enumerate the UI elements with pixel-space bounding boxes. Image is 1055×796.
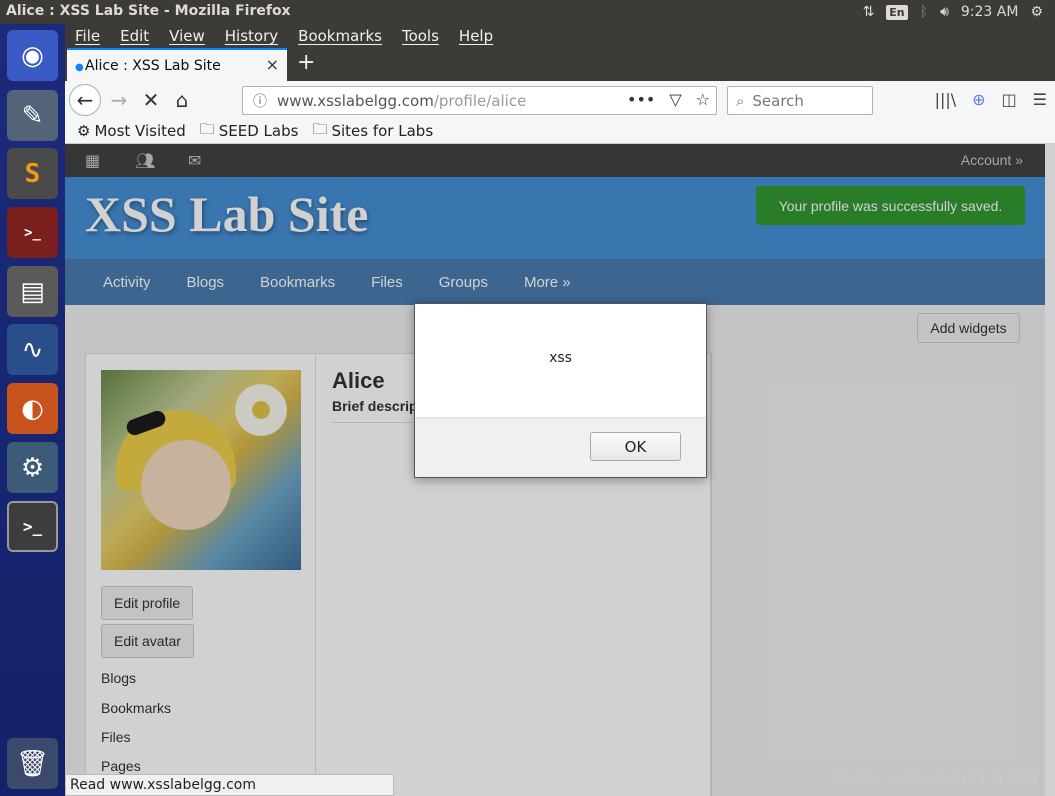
page-actions-icon[interactable]: ••• xyxy=(627,90,655,109)
search-placeholder: Search xyxy=(752,91,804,110)
alert-dialog: xss OK xyxy=(414,303,707,478)
volume-icon[interactable]: 🔊︎ xyxy=(940,4,949,20)
network-icon[interactable]: ⇅ xyxy=(863,4,875,20)
menu-edit[interactable]: Edit xyxy=(110,24,159,48)
stop-button[interactable]: ✕ xyxy=(135,85,167,115)
pocket-icon[interactable]: ▽ xyxy=(669,90,681,109)
url-bar[interactable]: ⓘ www.xsslabelgg.com/profile/alice ••• ▽… xyxy=(242,86,717,115)
menu-file[interactable]: File xyxy=(65,24,110,48)
folder-icon: 🗀 xyxy=(199,119,215,138)
trash-icon[interactable]: 🗑︎ xyxy=(7,738,58,789)
alert-footer: OK xyxy=(415,417,706,477)
info-icon[interactable]: ⓘ xyxy=(253,91,267,111)
status-bar: Read www.xsslabelgg.com xyxy=(65,774,394,796)
bookmark-sites-for-labs[interactable]: 🗀 Sites for Labs xyxy=(312,119,433,144)
terminal-icon[interactable]: >_ xyxy=(7,501,58,552)
bluetooth-icon[interactable]: ᛒ xyxy=(920,4,928,20)
firefox-icon[interactable]: ◐ xyxy=(7,383,58,434)
url-host: www.xsslabelgg.com xyxy=(277,91,434,110)
system-top-panel: Alice : XSS Lab Site - Mozilla Firefox ⇅… xyxy=(0,0,1055,24)
settings-icon[interactable]: ⚙ xyxy=(7,442,58,493)
tab-alice[interactable]: ● Alice : XSS Lab Site × xyxy=(67,48,287,81)
menu-bookmarks[interactable]: Bookmarks xyxy=(288,24,392,48)
ok-button[interactable]: OK xyxy=(590,432,681,461)
close-tab-icon[interactable]: × xyxy=(266,55,279,74)
search-icon: ⌕ xyxy=(736,91,745,110)
tab-label: Alice : XSS Lab Site xyxy=(85,57,221,74)
nav-toolbar: ← → ✕ ⌂ ⓘ www.xsslabelgg.com/profile/ali… xyxy=(65,81,1055,119)
watermark: CSDN @20232831袁思承 xyxy=(830,769,1039,789)
bookmarks-toolbar: ⚙ Most Visited 🗀 SEED Labs 🗀 Sites for Labs xyxy=(65,119,1055,144)
alert-message: xss xyxy=(549,350,572,366)
gear-icon: ⚙ xyxy=(77,122,91,140)
loading-dot-icon: ● xyxy=(75,62,84,73)
url-path: /profile/alice xyxy=(433,91,527,110)
text-editor-icon[interactable]: ✎ xyxy=(7,90,58,141)
hamburger-menu-icon[interactable]: ☰ xyxy=(1033,90,1047,109)
bookmark-star-icon[interactable]: ☆ xyxy=(696,90,710,109)
library-icon[interactable]: |||\ xyxy=(935,90,957,109)
folder-icon: 🗀 xyxy=(312,119,328,138)
menu-tools[interactable]: Tools xyxy=(392,24,449,48)
bookmark-most-visited[interactable]: ⚙ Most Visited xyxy=(77,122,186,140)
keyboard-indicator[interactable]: En xyxy=(886,4,908,20)
menu-view[interactable]: View xyxy=(159,24,215,48)
sublime-icon[interactable]: S xyxy=(7,148,58,199)
terminal-red-icon[interactable]: >_ xyxy=(7,207,58,258)
clock[interactable]: 9:23 AM xyxy=(961,4,1019,20)
gear-icon[interactable]: ⚙ xyxy=(1030,4,1043,20)
menu-help[interactable]: Help xyxy=(449,24,503,48)
file-cabinet-icon[interactable]: ▤ xyxy=(7,266,58,317)
tab-bar: ● Alice : XSS Lab Site × + xyxy=(65,48,1055,81)
extension-icon[interactable]: ⊕ xyxy=(972,90,985,109)
back-button[interactable]: ← xyxy=(69,84,101,116)
bookmark-seed-labs[interactable]: 🗀 SEED Labs xyxy=(200,119,299,144)
toolbar-right: |||\ ⊕ ◫ ☰ xyxy=(935,90,1047,109)
ubuntu-icon[interactable]: ◉ xyxy=(7,30,58,81)
system-tray: ⇅ En ᛒ 🔊︎ 9:23 AM ⚙ xyxy=(863,0,1055,24)
wireshark-icon[interactable]: ∿ xyxy=(7,324,58,375)
menu-bar: File Edit View History Bookmarks Tools H… xyxy=(65,24,1055,48)
home-button[interactable]: ⌂ xyxy=(166,85,198,115)
forward-button[interactable]: → xyxy=(103,85,135,115)
search-input[interactable]: ⌕ Search xyxy=(727,86,873,115)
url-actions: ••• ▽ ☆ xyxy=(627,90,710,109)
sidebar-icon[interactable]: ◫ xyxy=(1002,90,1017,109)
menu-history[interactable]: History xyxy=(215,24,288,48)
launcher: ◉ ✎ S >_ ▤ ∿ ◐ ⚙ >_ 🗑︎ xyxy=(0,24,65,796)
window-title: Alice : XSS Lab Site - Mozilla Firefox xyxy=(6,3,291,19)
page-content: ▦ 👥︎ ✉ Account » XSS Lab Site Your profi… xyxy=(65,144,1055,796)
new-tab-button[interactable]: + xyxy=(297,50,315,75)
